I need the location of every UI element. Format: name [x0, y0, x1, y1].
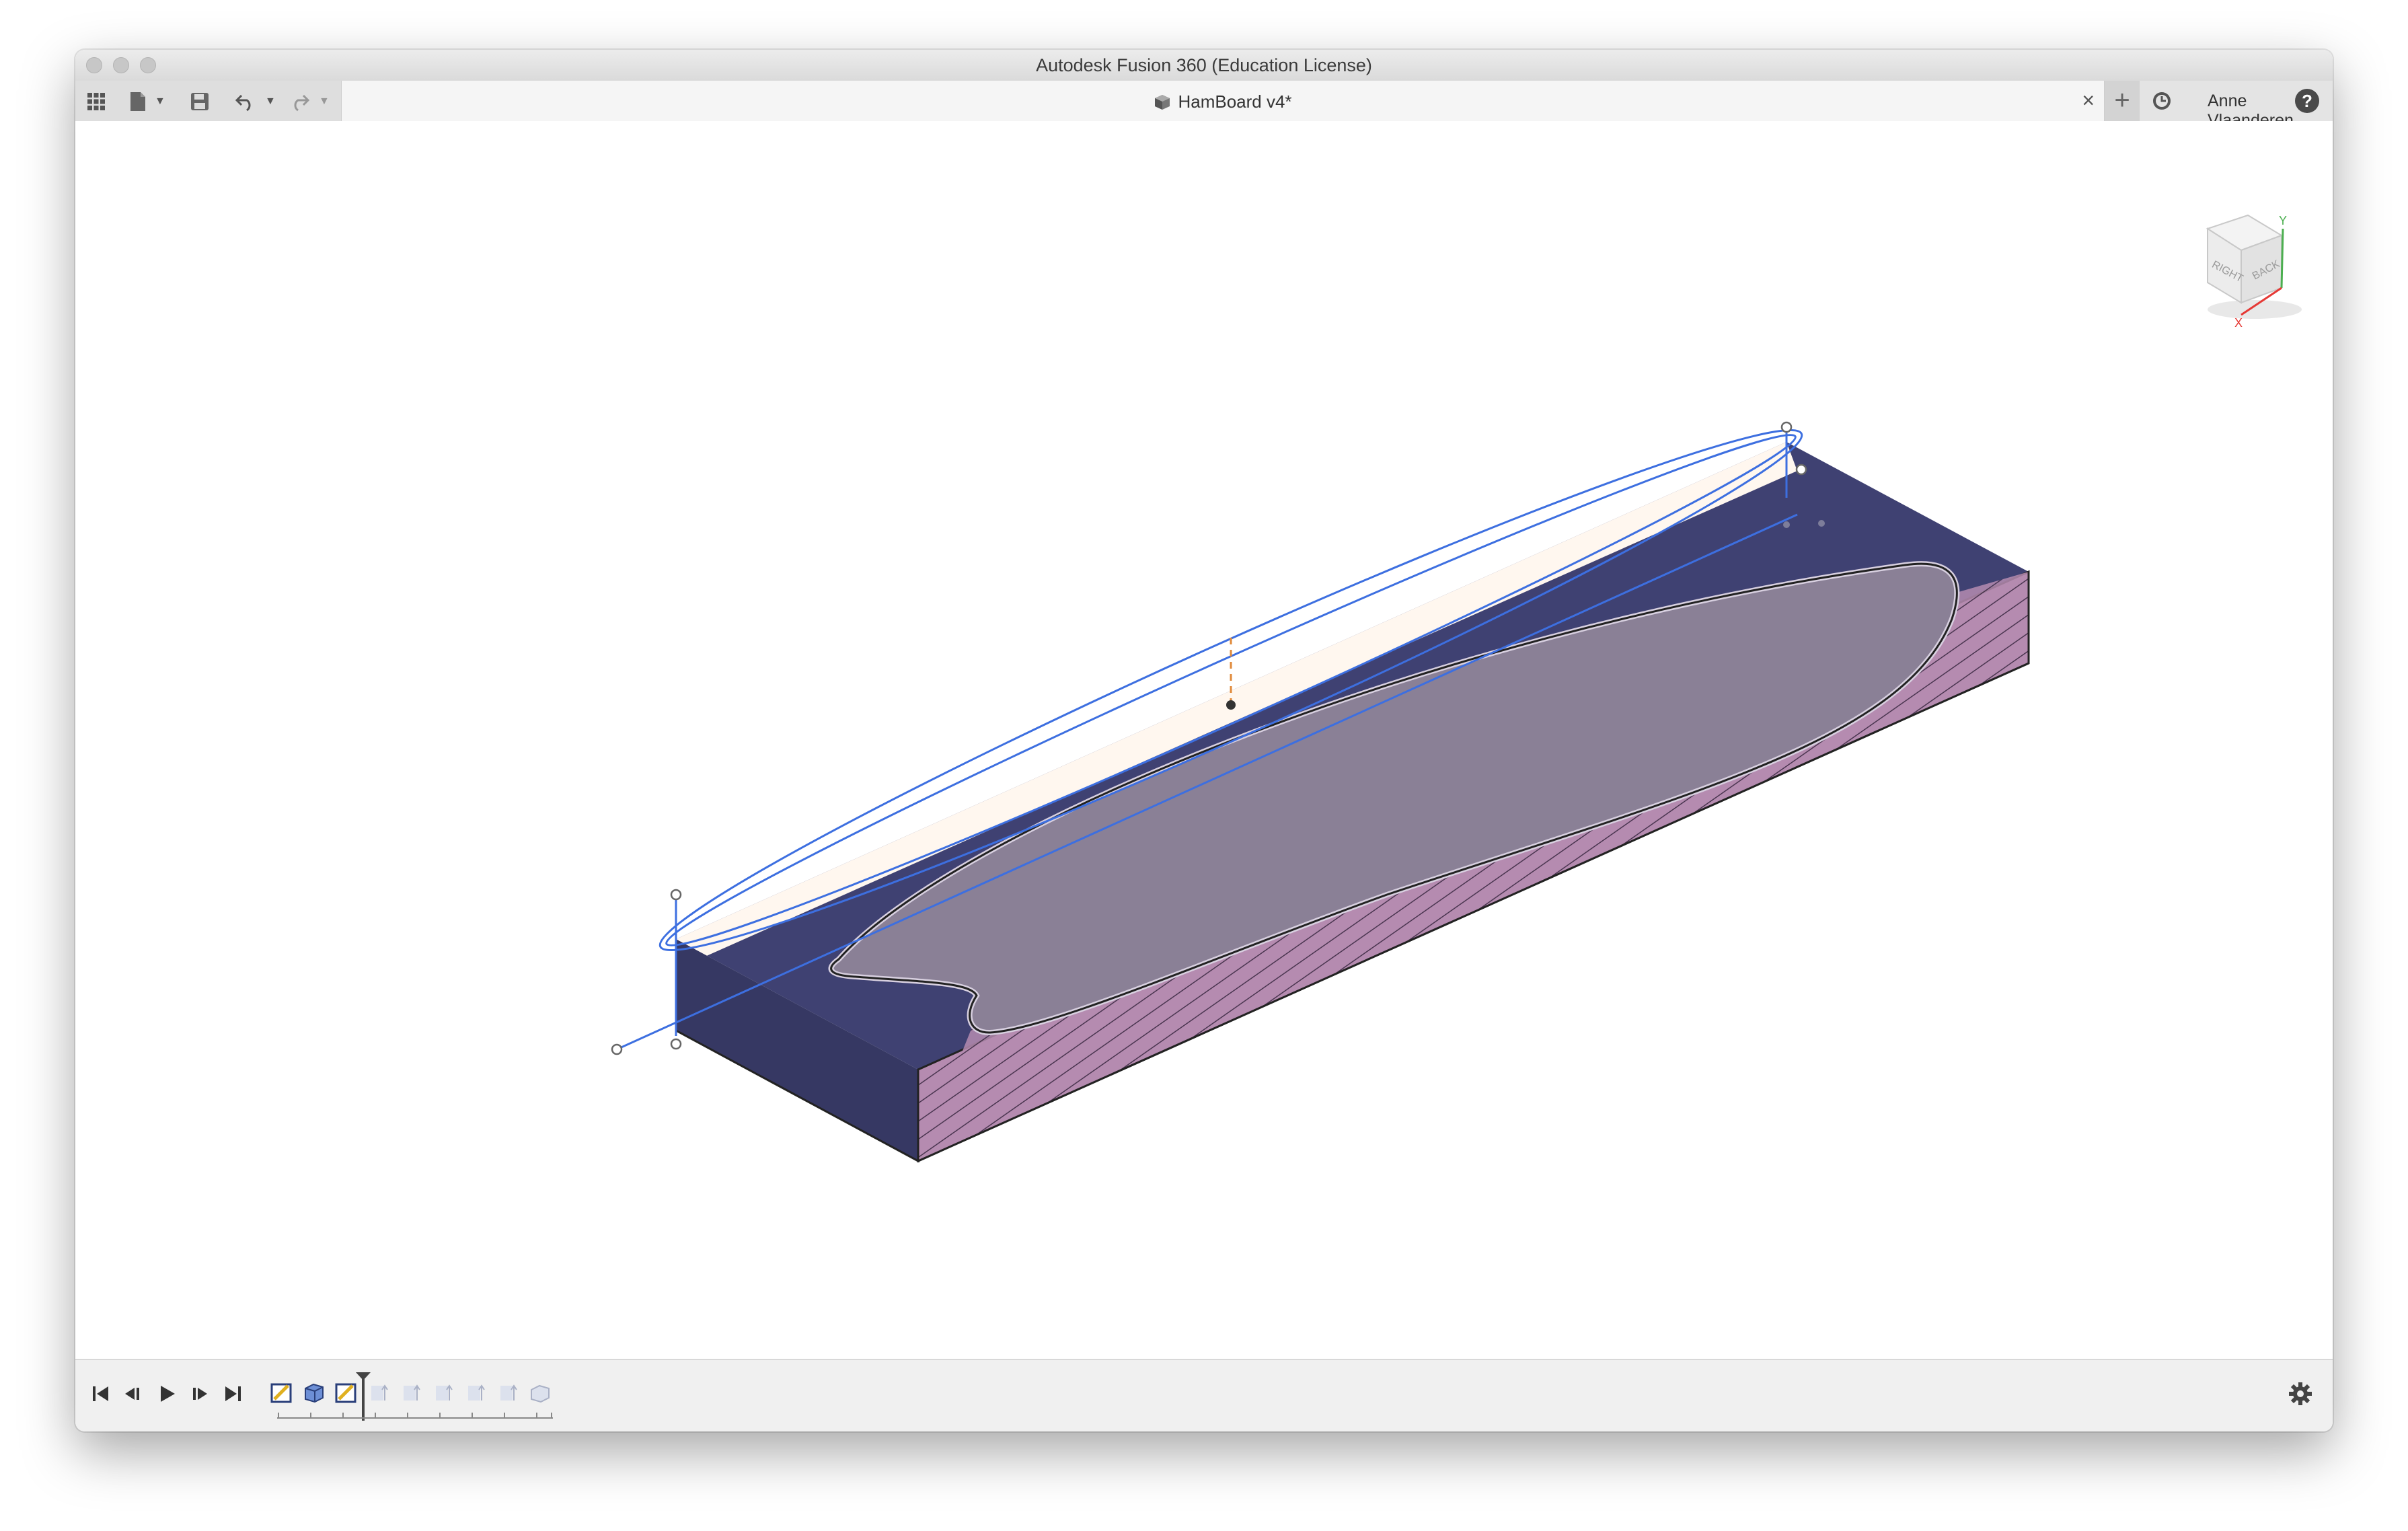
skip-to-end-icon[interactable]	[219, 1380, 246, 1407]
suppressed-feature-icon[interactable]	[527, 1380, 553, 1406]
suppressed-feature-icon[interactable]	[495, 1380, 521, 1406]
skip-to-start-icon[interactable]	[87, 1380, 114, 1407]
component-cube-icon	[1155, 95, 1170, 110]
title-bar: Autodesk Fusion 360 (Education License)	[75, 50, 2333, 81]
tab-strip: ▼ ▼ ▼ HamBoard v4* × + Anne Vlaanderen ?	[75, 81, 2333, 130]
suppressed-feature-icon[interactable]	[463, 1380, 488, 1406]
step-back-icon[interactable]	[120, 1380, 147, 1407]
quick-access-toolbar: ▼ ▼ ▼	[75, 81, 341, 121]
file-menu-chevron-down-icon[interactable]: ▼	[155, 96, 165, 108]
plus-icon[interactable]: +	[2105, 81, 2140, 121]
viewport-canvas[interactable]: RIGHT BACK Y X	[75, 121, 2333, 1359]
viewcube-axis-y: Y	[2279, 214, 2287, 227]
redo-chevron-down-icon[interactable]: ▼	[319, 96, 330, 108]
undo-chevron-down-icon[interactable]: ▼	[265, 96, 276, 108]
document-tab-label: HamBoard v4*	[1178, 91, 1292, 112]
sketch-point[interactable]	[1783, 521, 1790, 528]
help-icon[interactable]: ?	[2295, 89, 2319, 113]
suppressed-feature-icon[interactable]	[430, 1380, 456, 1406]
step-forward-icon[interactable]	[186, 1380, 213, 1407]
suppressed-feature-icon[interactable]	[398, 1380, 424, 1406]
document-tab[interactable]: HamBoard v4* ×	[341, 81, 2105, 121]
timeline-track[interactable]	[277, 1410, 553, 1421]
redo-icon[interactable]	[288, 90, 311, 113]
viewcube-y-axis	[2280, 228, 2284, 289]
app-grid-icon[interactable]	[85, 90, 108, 113]
sketch-point[interactable]	[1795, 463, 1807, 476]
save-icon[interactable]	[188, 90, 211, 113]
sketch-midpoint[interactable]	[1226, 700, 1236, 710]
gear-icon[interactable]	[2287, 1380, 2314, 1407]
extrude-feature-icon[interactable]	[301, 1380, 327, 1406]
timeline-bar	[75, 1359, 2333, 1431]
viewcube[interactable]: RIGHT BACK Y X	[2206, 214, 2302, 330]
suppressed-feature-icon[interactable]	[366, 1380, 391, 1406]
file-icon[interactable]	[126, 90, 149, 113]
undo-icon[interactable]	[234, 90, 257, 113]
sketch-point[interactable]	[611, 1043, 623, 1055]
play-icon[interactable]	[153, 1380, 180, 1407]
sketch-point[interactable]	[670, 1038, 682, 1050]
sketch-feature-icon[interactable]	[269, 1380, 295, 1406]
window-title: Autodesk Fusion 360 (Education License)	[1036, 55, 1372, 75]
app-window: Autodesk Fusion 360 (Education License) …	[75, 50, 2333, 1431]
document-tab-title-wrap: HamBoard v4*	[342, 91, 2104, 112]
sketch-point[interactable]	[670, 889, 682, 901]
clock-icon[interactable]	[2151, 90, 2173, 112]
sketch-point[interactable]	[1818, 520, 1825, 527]
model-viewport[interactable]: RIGHT BACK Y X	[75, 121, 2333, 1359]
close-icon[interactable]: ×	[2082, 89, 2095, 112]
sketch-point[interactable]	[1780, 421, 1793, 433]
viewcube-shadow	[2208, 300, 2302, 319]
viewcube-axis-x: X	[2234, 316, 2243, 330]
